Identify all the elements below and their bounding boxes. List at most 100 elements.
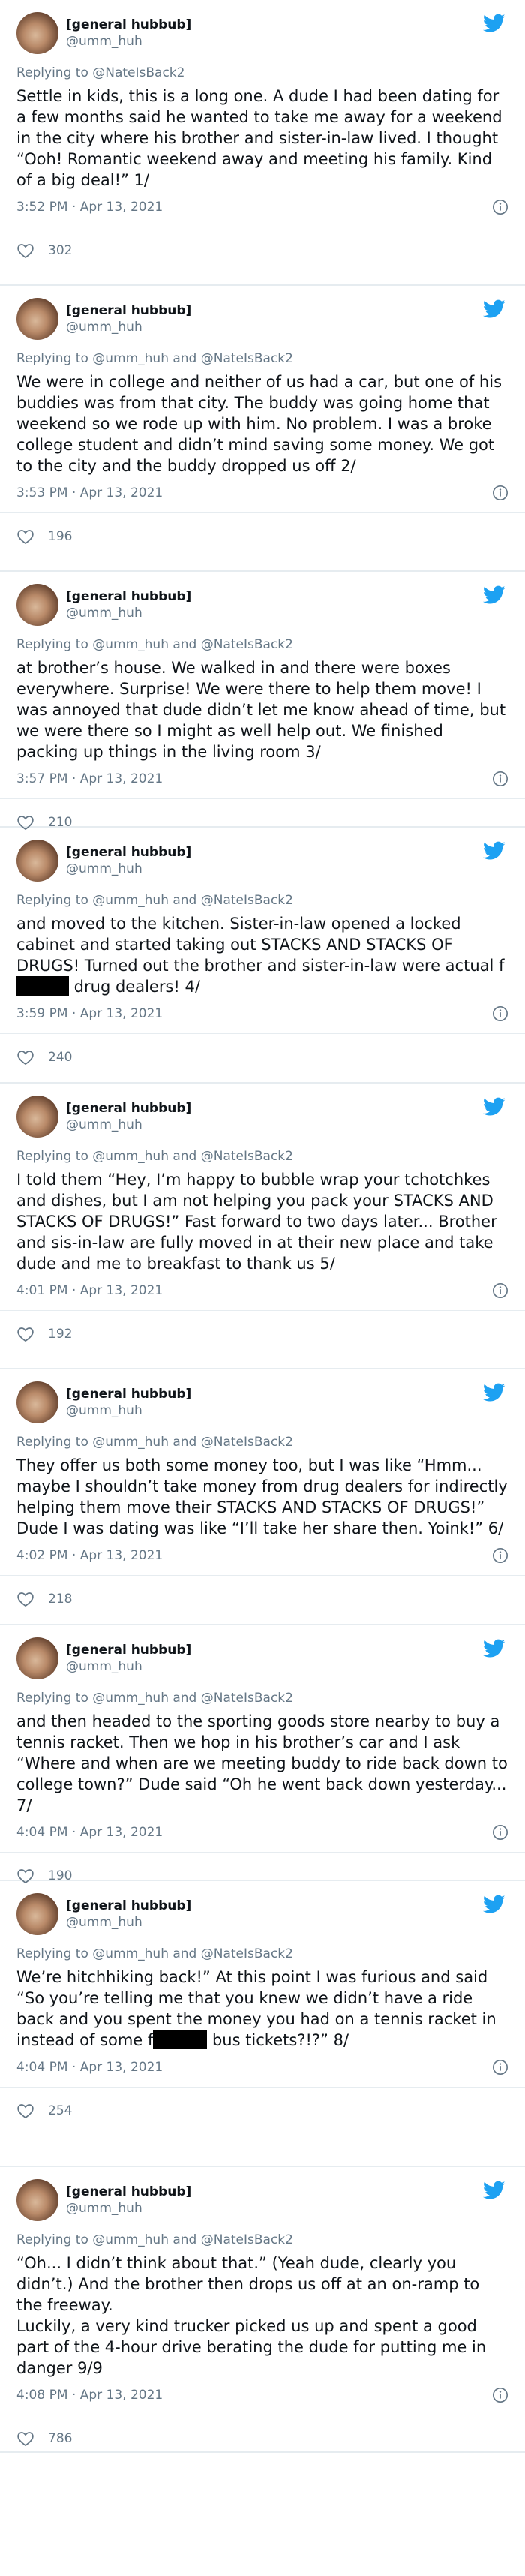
timestamp[interactable]: 4:01 PM · Apr 13, 2021 — [16, 1283, 163, 1298]
avatar[interactable] — [16, 2179, 58, 2221]
twitter-bird-icon — [482, 1097, 506, 1117]
info-icon[interactable] — [492, 1005, 508, 1022]
avatar[interactable] — [16, 1637, 58, 1679]
like-button[interactable]: 786 — [16, 2423, 508, 2454]
replying-to[interactable]: Replying to @umm_huh and @NateIsBack2 — [16, 1946, 508, 1962]
info-icon[interactable] — [492, 199, 508, 215]
avatar[interactable] — [16, 584, 58, 626]
display-name[interactable]: [general hubbub] — [66, 302, 191, 319]
timestamp[interactable]: 3:59 PM · Apr 13, 2021 — [16, 1006, 163, 1021]
info-icon[interactable] — [492, 1282, 508, 1299]
tweet-body: and moved to the kitchen. Sister-in-law … — [16, 913, 508, 997]
like-count: 302 — [48, 243, 73, 258]
timestamp[interactable]: 3:57 PM · Apr 13, 2021 — [16, 771, 163, 786]
tweet-meta: 3:52 PM · Apr 13, 2021 — [16, 198, 508, 216]
display-name[interactable]: [general hubbub] — [66, 844, 191, 861]
tweet[interactable]: [general hubbub] @umm_huh Replying to @u… — [0, 1881, 525, 2167]
heart-icon[interactable] — [16, 1049, 34, 1066]
display-name[interactable]: [general hubbub] — [66, 17, 191, 33]
info-icon[interactable] — [492, 771, 508, 787]
tweet-header: [general hubbub] @umm_huh — [16, 1892, 508, 1937]
tweet[interactable]: [general hubbub] @umm_huh Replying to @u… — [0, 1369, 525, 1625]
avatar[interactable] — [16, 1381, 58, 1423]
avatar[interactable] — [16, 840, 58, 882]
user-handle[interactable]: @umm_huh — [66, 1402, 191, 1419]
display-name[interactable]: [general hubbub] — [66, 588, 191, 605]
like-button[interactable]: 218 — [16, 1583, 508, 1615]
heart-icon[interactable] — [16, 1591, 34, 1607]
timestamp[interactable]: 3:52 PM · Apr 13, 2021 — [16, 200, 163, 215]
display-name[interactable]: [general hubbub] — [66, 1386, 191, 1402]
user-handle[interactable]: @umm_huh — [66, 2200, 191, 2217]
like-count: 196 — [48, 529, 73, 544]
author-block: [general hubbub] @umm_huh — [66, 844, 191, 877]
tweet-body: They offer us both some money too, but I… — [16, 1455, 508, 1539]
tweet-text-part: drug dealers! 4/ — [69, 978, 200, 996]
heart-icon[interactable] — [16, 2430, 34, 2447]
like-button[interactable]: 192 — [16, 1318, 508, 1350]
display-name[interactable]: [general hubbub] — [66, 1100, 191, 1117]
replying-to[interactable]: Replying to @umm_huh and @NateIsBack2 — [16, 350, 508, 367]
info-icon[interactable] — [492, 2059, 508, 2076]
replying-to[interactable]: Replying to @umm_huh and @NateIsBack2 — [16, 1148, 508, 1165]
tweet-meta: 4:02 PM · Apr 13, 2021 — [16, 1547, 508, 1565]
user-handle[interactable]: @umm_huh — [66, 1658, 191, 1675]
display-name[interactable]: [general hubbub] — [66, 1898, 191, 1914]
replying-to[interactable]: Replying to @umm_huh and @NateIsBack2 — [16, 636, 508, 653]
avatar[interactable] — [16, 298, 58, 340]
info-icon[interactable] — [492, 2387, 508, 2403]
tweet-text: and then headed to the sporting goods st… — [16, 1712, 508, 1814]
avatar[interactable] — [16, 1893, 58, 1935]
like-button[interactable]: 196 — [16, 521, 508, 552]
tweet-meta: 3:59 PM · Apr 13, 2021 — [16, 1005, 508, 1023]
info-icon[interactable] — [492, 485, 508, 501]
heart-icon[interactable] — [16, 1326, 34, 1342]
tweet[interactable]: [general hubbub] @umm_huh Replying to @u… — [0, 1625, 525, 1884]
like-button[interactable]: 240 — [16, 1042, 508, 1073]
replying-to[interactable]: Replying to @NateIsBack2 — [16, 65, 508, 81]
twitter-bird-icon — [482, 841, 506, 861]
replying-to[interactable]: Replying to @umm_huh and @NateIsBack2 — [16, 892, 508, 909]
divider — [0, 1033, 525, 1034]
divider — [0, 1310, 525, 1311]
tweet[interactable]: [general hubbub] @umm_huh Replying to @u… — [0, 828, 525, 1084]
info-icon[interactable] — [492, 1547, 508, 1564]
tweet[interactable]: [general hubbub] @umm_huh Replying to @u… — [0, 286, 525, 572]
replying-to[interactable]: Replying to @umm_huh and @NateIsBack2 — [16, 1434, 508, 1450]
user-handle[interactable]: @umm_huh — [66, 1117, 191, 1133]
tweet[interactable]: [general hubbub] @umm_huh Replying to @u… — [0, 1084, 525, 1369]
user-handle[interactable]: @umm_huh — [66, 33, 191, 50]
twitter-bird-icon — [482, 1639, 506, 1658]
info-icon[interactable] — [492, 1824, 508, 1841]
author-block: [general hubbub] @umm_huh — [66, 1642, 191, 1675]
heart-icon[interactable] — [16, 242, 34, 259]
tweet[interactable]: [general hubbub] @umm_huh Replying to @u… — [0, 572, 525, 831]
timestamp[interactable]: 3:53 PM · Apr 13, 2021 — [16, 485, 163, 500]
avatar[interactable] — [16, 12, 58, 54]
like-button[interactable]: 302 — [16, 235, 508, 266]
tweet[interactable]: [general hubbub] @umm_huh Replying to @N… — [0, 0, 525, 286]
replying-to[interactable]: Replying to @umm_huh and @NateIsBack2 — [16, 1690, 508, 1706]
timestamp[interactable]: 4:02 PM · Apr 13, 2021 — [16, 1548, 163, 1563]
user-handle[interactable]: @umm_huh — [66, 1914, 191, 1931]
timestamp[interactable]: 4:08 PM · Apr 13, 2021 — [16, 2388, 163, 2403]
heart-icon[interactable] — [16, 528, 34, 545]
tweet-header: [general hubbub] @umm_huh — [16, 2178, 508, 2223]
timestamp[interactable]: 4:04 PM · Apr 13, 2021 — [16, 2060, 163, 2075]
timestamp[interactable]: 4:04 PM · Apr 13, 2021 — [16, 1825, 163, 1840]
like-count: 240 — [48, 1050, 73, 1065]
user-handle[interactable]: @umm_huh — [66, 319, 191, 335]
tweet-header: [general hubbub] @umm_huh — [16, 296, 508, 341]
like-button[interactable]: 254 — [16, 2095, 508, 2127]
tweet-text: They offer us both some money too, but I… — [16, 1456, 508, 1537]
heart-icon[interactable] — [16, 2103, 34, 2119]
user-handle[interactable]: @umm_huh — [66, 605, 191, 621]
tweet[interactable]: [general hubbub] @umm_huh Replying to @u… — [0, 2167, 525, 2453]
twitter-bird-icon — [482, 1383, 506, 1402]
tweet-meta: 4:04 PM · Apr 13, 2021 — [16, 1823, 508, 1841]
display-name[interactable]: [general hubbub] — [66, 1642, 191, 1658]
replying-to[interactable]: Replying to @umm_huh and @NateIsBack2 — [16, 2232, 508, 2248]
user-handle[interactable]: @umm_huh — [66, 861, 191, 877]
display-name[interactable]: [general hubbub] — [66, 2184, 191, 2200]
avatar[interactable] — [16, 1096, 58, 1138]
